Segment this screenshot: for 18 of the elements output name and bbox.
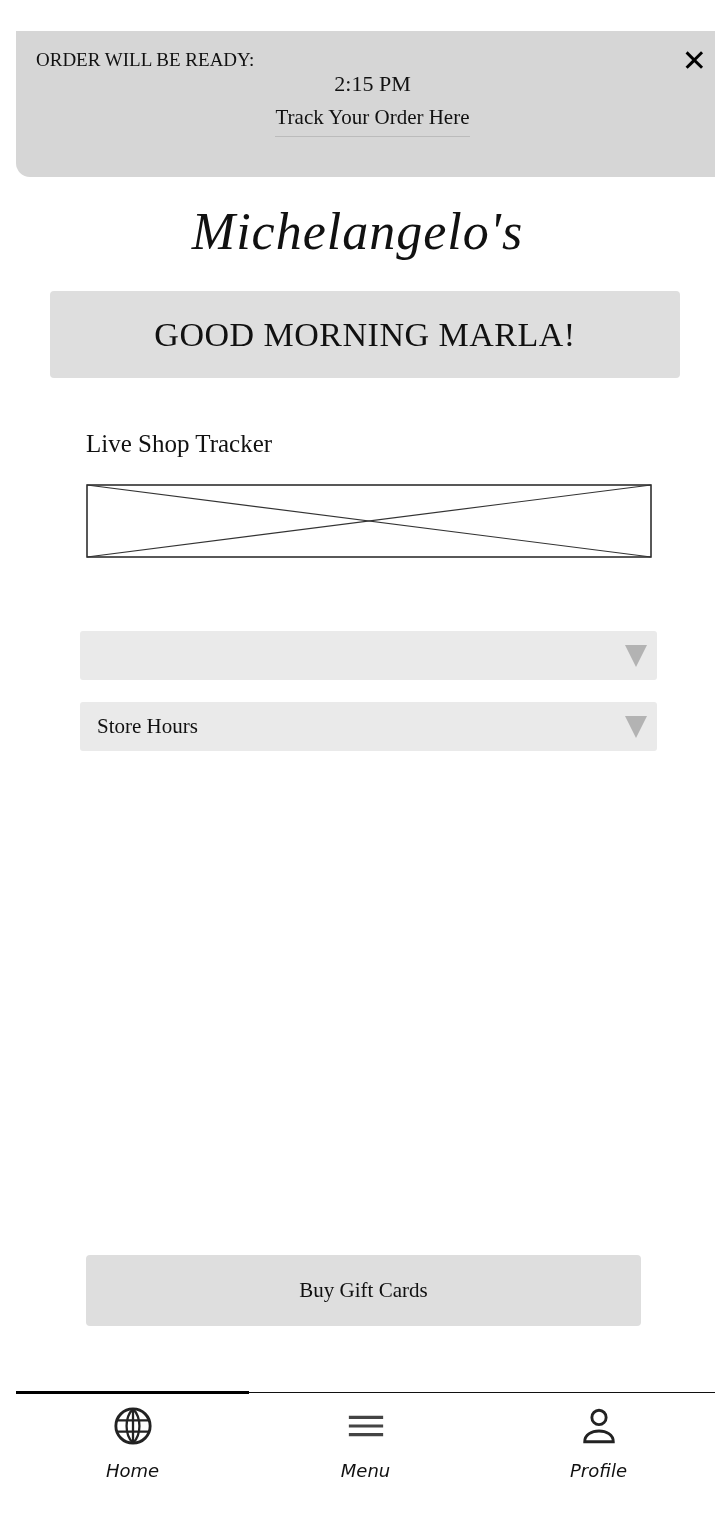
dropdown-label: Store Hours (97, 714, 198, 739)
dropdown[interactable] (80, 631, 657, 680)
greeting-banner: GOOD MORNING MARLA! (50, 291, 680, 378)
ready-time: 2:15 PM (334, 71, 411, 97)
track-order-link[interactable]: Track Your Order Here (275, 105, 470, 137)
close-button[interactable]: ✕ (679, 45, 709, 77)
nav-tab[interactable]: Home (16, 1391, 249, 1493)
nav-label: Menu (340, 1460, 391, 1481)
nav-tab[interactable]: Menu (249, 1391, 482, 1493)
buy-gift-cards-button[interactable]: Buy Gift Cards (86, 1255, 641, 1326)
nav-label: Home (105, 1460, 160, 1481)
nav-label: Profile (570, 1460, 627, 1481)
dropdown[interactable]: Store Hours (80, 702, 657, 751)
globe-icon (112, 1406, 153, 1446)
order-ready-heading: ORDER WILL BE READY: (36, 49, 255, 71)
logo-text: Michelangelo's (191, 202, 524, 262)
nav-tab[interactable]: Profile (482, 1391, 715, 1493)
tracker-label: Live Shop Tracker (86, 430, 274, 458)
